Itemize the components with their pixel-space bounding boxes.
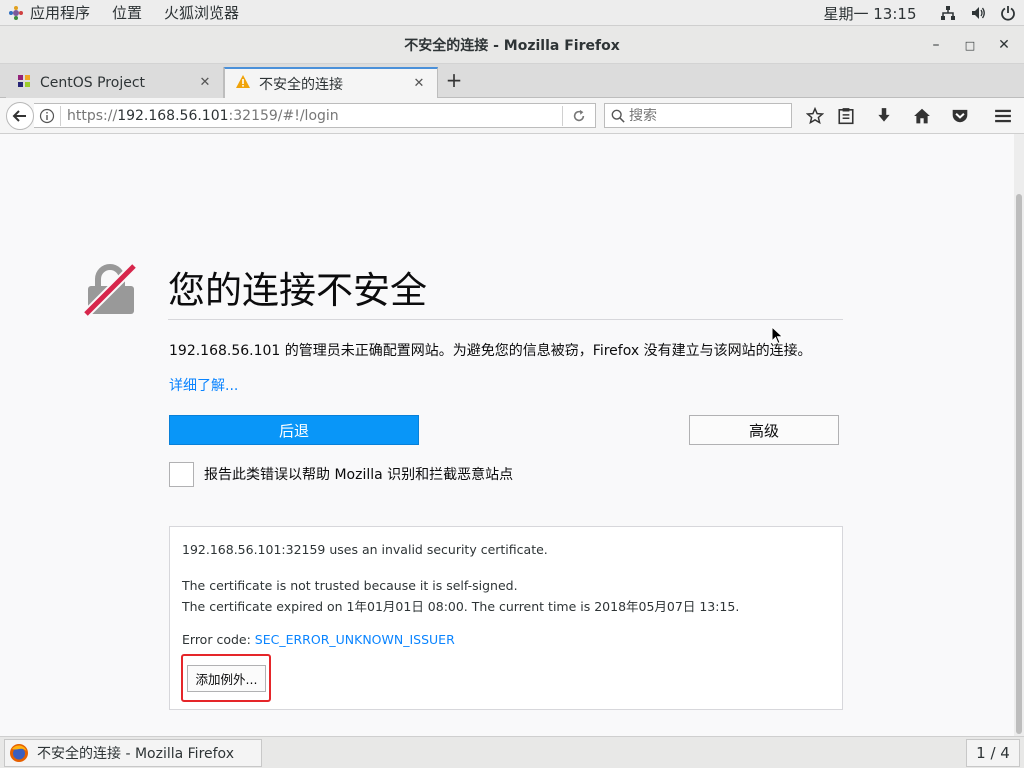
power-icon — [1000, 5, 1016, 21]
pocket-icon[interactable] — [949, 105, 971, 127]
applications-icon[interactable] — [8, 5, 24, 21]
scrollbar-thumb[interactable] — [1016, 194, 1022, 734]
places-menu[interactable]: 位置 — [104, 0, 150, 26]
advanced-button[interactable]: 高级 — [689, 415, 839, 445]
tab-close-icon[interactable]: ✕ — [197, 75, 213, 90]
error-code-line: Error code: SEC_ERROR_UNKNOWN_ISSUER — [182, 632, 455, 647]
gnome-top-bar: 应用程序 位置 火狐浏览器 星期一 13:15 — [0, 0, 1024, 26]
bookmark-star-icon[interactable] — [804, 105, 826, 127]
advanced-details-panel: 192.168.56.101:32159 uses an invalid sec… — [169, 526, 843, 710]
search-box[interactable] — [604, 103, 792, 128]
error-code-label: Error code: — [182, 632, 255, 647]
error-description: 192.168.56.101 的管理员未正确配置网站。为避免您的信息被窃，Fir… — [169, 343, 812, 359]
back-button[interactable] — [6, 102, 34, 130]
tab-strip: CentOS Project ✕ 不安全的连接 ✕ — [0, 64, 1024, 98]
taskbar-window-label: 不安全的连接 - Mozilla Firefox — [37, 746, 234, 762]
clock[interactable]: 星期一 13:15 — [810, 0, 930, 26]
report-error-label: 报告此类错误以帮助 Mozilla 识别和拦截恶意站点 — [204, 467, 514, 483]
report-error-checkbox[interactable] — [169, 462, 194, 487]
invalid-cert-text: 192.168.56.101:32159 uses an invalid sec… — [182, 542, 548, 557]
network-icon — [940, 5, 956, 21]
tab-title: 不安全的连接 — [259, 76, 343, 93]
hamburger-menu-icon[interactable] — [992, 105, 1014, 127]
firefox-app-menu[interactable]: 火狐浏览器 — [156, 0, 247, 26]
site-info-icon[interactable] — [34, 108, 60, 124]
reading-list-icon[interactable] — [835, 105, 857, 127]
close-window-button[interactable]: ✕ — [990, 34, 1018, 56]
vertical-scrollbar[interactable] — [1014, 134, 1024, 736]
firefox-icon — [9, 743, 29, 763]
workspace-pager[interactable]: 1 / 4 — [966, 739, 1020, 767]
volume-icon — [970, 5, 986, 21]
error-title: 您的连接不安全 — [168, 269, 427, 312]
go-back-button[interactable]: 后退 — [169, 415, 419, 445]
navigation-bar: https://192.168.56.101:32159/#!/login — [0, 98, 1024, 134]
taskbar-firefox-window[interactable]: 不安全的连接 - Mozilla Firefox — [4, 739, 262, 767]
tab-insecure-connection[interactable]: 不安全的连接 ✕ — [224, 67, 438, 98]
centos-favicon-icon — [16, 73, 32, 93]
warning-icon — [235, 74, 251, 94]
applications-menu[interactable]: 应用程序 — [30, 0, 98, 26]
add-exception-button[interactable]: 添加例外... — [187, 665, 266, 692]
tab-title: CentOS Project — [40, 74, 146, 91]
window-title: 不安全的连接 - Mozilla Firefox — [404, 38, 620, 54]
search-input[interactable] — [629, 107, 779, 124]
downloads-icon[interactable] — [873, 105, 895, 127]
minimize-button[interactable]: – — [922, 34, 950, 56]
self-signed-text: The certificate is not trusted because i… — [182, 578, 518, 593]
window-title-bar: 不安全的连接 - Mozilla Firefox – □ ✕ — [0, 26, 1024, 64]
highlight-box: 添加例外... — [181, 654, 271, 702]
title-divider — [168, 319, 843, 320]
arrow-left-icon — [12, 110, 26, 122]
error-code-link[interactable]: SEC_ERROR_UNKNOWN_ISSUER — [255, 632, 455, 647]
maximize-button[interactable]: □ — [956, 34, 984, 56]
page-content: 您的连接不安全 192.168.56.101 的管理员未正确配置网站。为避免您的… — [0, 134, 1014, 736]
url-bar[interactable]: https://192.168.56.101:32159/#!/login — [34, 103, 596, 128]
window-list-bar: 不安全的连接 - Mozilla Firefox 1 / 4 — [0, 736, 1024, 768]
search-icon — [611, 109, 625, 123]
tab-close-icon[interactable]: ✕ — [411, 76, 427, 91]
mouse-cursor-icon — [771, 325, 785, 346]
new-tab-button[interactable]: + — [444, 70, 464, 92]
learn-more-link[interactable]: 详细了解... — [169, 375, 238, 395]
broken-lock-icon — [82, 262, 138, 318]
url-text[interactable]: https://192.168.56.101:32159/#!/login — [61, 108, 562, 124]
system-tray[interactable] — [940, 0, 1016, 26]
cert-expired-text: The certificate expired on 1年01月01日 08:0… — [182, 599, 740, 614]
home-icon[interactable] — [911, 105, 933, 127]
reload-icon[interactable] — [563, 109, 595, 123]
tab-centos-project[interactable]: CentOS Project ✕ — [6, 67, 224, 98]
